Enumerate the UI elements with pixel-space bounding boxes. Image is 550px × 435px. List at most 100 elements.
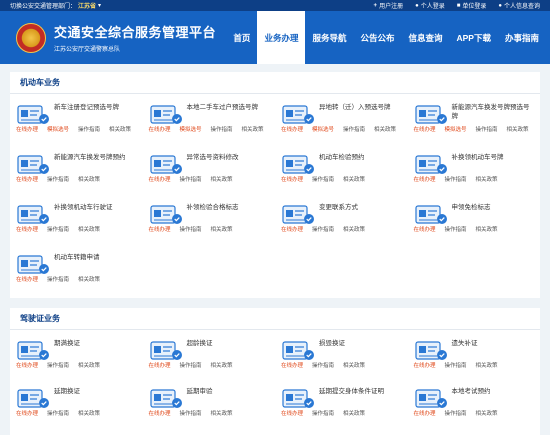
online-apply-link[interactable]: 在线办理 — [281, 361, 303, 369]
related-policy-link[interactable]: 相关政策 — [211, 225, 233, 233]
online-apply-link[interactable]: 在线办理 — [281, 225, 303, 233]
delay-review-icon[interactable] — [149, 387, 183, 411]
related-policy-link[interactable]: 相关政策 — [343, 361, 365, 369]
operation-guide-link[interactable]: 操作指南 — [180, 225, 202, 233]
id-card-icon[interactable] — [16, 103, 50, 127]
online-apply-link[interactable]: 在线办理 — [149, 361, 171, 369]
vehicle-service-item-name[interactable]: 新车注册登记预选号牌 — [54, 103, 136, 112]
driver-service-item-name[interactable]: 遗失补证 — [452, 339, 534, 348]
related-policy-link[interactable]: 相关政策 — [343, 409, 365, 417]
transfer-car-icon[interactable] — [281, 103, 315, 127]
nav-item[interactable]: 办事指南 — [498, 11, 546, 64]
transfer-apply-icon[interactable] — [16, 253, 50, 277]
vehicle-service-item-name[interactable]: 申领免检标志 — [452, 203, 534, 212]
operation-guide-link[interactable]: 操作指南 — [47, 225, 69, 233]
related-policy-link[interactable]: 相关政策 — [476, 361, 498, 369]
online-apply-link[interactable]: 在线办理 — [16, 409, 38, 417]
online-apply-link[interactable]: 在线办理 — [414, 175, 436, 183]
plate-123-icon[interactable] — [149, 153, 183, 177]
online-apply-link[interactable]: 在线办理 — [16, 175, 38, 183]
delay-license-icon[interactable] — [16, 387, 50, 411]
nav-item[interactable]: 首页 — [226, 11, 257, 64]
people-car-icon[interactable] — [149, 103, 183, 127]
info-query-link[interactable]: ● 个人信息查询 — [498, 1, 540, 11]
related-policy-link[interactable]: 相关政策 — [476, 175, 498, 183]
driver-service-item-name[interactable]: 延期审验 — [187, 387, 269, 396]
mock-select-link[interactable]: 模拟选号 — [445, 125, 467, 133]
online-apply-link[interactable]: 在线办理 — [414, 409, 436, 417]
health-proof-icon[interactable] — [281, 387, 315, 411]
operation-guide-link[interactable]: 操作指南 — [211, 125, 233, 133]
operation-guide-link[interactable]: 操作指南 — [476, 125, 498, 133]
online-apply-link[interactable]: 在线办理 — [16, 275, 38, 283]
operation-guide-link[interactable]: 操作指南 — [343, 125, 365, 133]
dept-switch-value[interactable]: 江苏省 — [78, 1, 96, 10]
operation-guide-link[interactable]: 操作指南 — [312, 409, 334, 417]
driver-service-item-name[interactable]: 期满换证 — [54, 339, 136, 348]
online-apply-link[interactable]: 在线办理 — [16, 225, 38, 233]
vehicle-service-item-name[interactable]: 异地转（迁）入预选号牌 — [319, 103, 401, 112]
related-policy-link[interactable]: 相关政策 — [374, 125, 396, 133]
online-apply-link[interactable]: 在线办理 — [149, 225, 171, 233]
nav-item[interactable]: 信息查询 — [401, 11, 449, 64]
vehicle-service-item-name[interactable]: 机动车检验预约 — [319, 153, 401, 162]
operation-guide-link[interactable]: 操作指南 — [445, 225, 467, 233]
vehicle-service-item-name[interactable]: 补换领机动车号牌 — [452, 153, 534, 162]
related-policy-link[interactable]: 相关政策 — [211, 175, 233, 183]
renew-license-icon[interactable] — [16, 339, 50, 363]
online-apply-link[interactable]: 在线办理 — [149, 409, 171, 417]
ev-plate-icon[interactable] — [16, 153, 50, 177]
nav-item[interactable]: 业务办理 — [257, 11, 306, 64]
operation-guide-link[interactable]: 操作指南 — [312, 361, 334, 369]
related-policy-link[interactable]: 相关政策 — [78, 225, 100, 233]
operation-guide-link[interactable]: 操作指南 — [47, 275, 69, 283]
age-license-icon[interactable] — [149, 339, 183, 363]
online-apply-link[interactable]: 在线办理 — [281, 125, 303, 133]
exam-booking-icon[interactable] — [414, 387, 448, 411]
driver-service-item-name[interactable]: 延期换证 — [54, 387, 136, 396]
related-policy-link[interactable]: 相关政策 — [211, 409, 233, 417]
vehicle-service-item-name[interactable]: 新能源汽车换发号牌预选号牌 — [452, 103, 534, 121]
lost-license-icon[interactable] — [414, 339, 448, 363]
nav-item[interactable]: 服务导航 — [305, 11, 353, 64]
license-replace-icon[interactable] — [16, 203, 50, 227]
operation-guide-link[interactable]: 操作指南 — [445, 409, 467, 417]
driver-service-item-name[interactable]: 延期提交身体条件证明 — [319, 387, 401, 396]
personal-login-link[interactable]: ● 个人登录 — [415, 1, 445, 11]
vehicle-service-item-name[interactable]: 新能源汽车换发号牌预约 — [54, 153, 136, 162]
nav-item[interactable]: APP下载 — [450, 11, 498, 64]
vehicle-service-item-name[interactable]: 机动车转籍申请 — [54, 253, 136, 262]
chevron-down-icon[interactable]: ▾ — [98, 2, 101, 9]
related-policy-link[interactable]: 相关政策 — [242, 125, 264, 133]
online-apply-link[interactable]: 在线办理 — [281, 409, 303, 417]
driver-service-item-name[interactable]: 损毁换证 — [319, 339, 401, 348]
operation-guide-link[interactable]: 操作指南 — [445, 175, 467, 183]
vehicle-service-item-name[interactable]: 补换领机动车行驶证 — [54, 203, 136, 212]
register-link[interactable]: + 用户注册 — [374, 1, 404, 11]
related-policy-link[interactable]: 相关政策 — [78, 409, 100, 417]
driver-service-item-name[interactable]: 本地考试预约 — [452, 387, 534, 396]
related-policy-link[interactable]: 相关政策 — [109, 125, 131, 133]
operation-guide-link[interactable]: 操作指南 — [47, 175, 69, 183]
inspection-badge-icon[interactable] — [149, 203, 183, 227]
online-apply-link[interactable]: 在线办理 — [149, 175, 171, 183]
vehicle-service-item-name[interactable]: 异常选号资料修改 — [187, 153, 269, 162]
vehicle-service-item-name[interactable]: 补领检验合格标志 — [187, 203, 269, 212]
online-apply-link[interactable]: 在线办理 — [414, 125, 436, 133]
operation-guide-link[interactable]: 操作指南 — [78, 125, 100, 133]
ev-car-icon[interactable] — [414, 103, 448, 127]
online-apply-link[interactable]: 在线办理 — [414, 361, 436, 369]
plate-replace-icon[interactable] — [414, 153, 448, 177]
related-policy-link[interactable]: 相关政策 — [211, 361, 233, 369]
vehicle-service-item-name[interactable]: 变更联系方式 — [319, 203, 401, 212]
mock-select-link[interactable]: 模拟选号 — [312, 125, 334, 133]
online-apply-link[interactable]: 在线办理 — [16, 125, 38, 133]
damaged-license-icon[interactable] — [281, 339, 315, 363]
driver-service-item-name[interactable]: 超龄换证 — [187, 339, 269, 348]
related-policy-link[interactable]: 相关政策 — [78, 361, 100, 369]
related-policy-link[interactable]: 相关政策 — [78, 175, 100, 183]
operation-guide-link[interactable]: 操作指南 — [47, 409, 69, 417]
operation-guide-link[interactable]: 操作指南 — [180, 409, 202, 417]
related-policy-link[interactable]: 相关政策 — [343, 225, 365, 233]
mock-select-link[interactable]: 模拟选号 — [47, 125, 69, 133]
